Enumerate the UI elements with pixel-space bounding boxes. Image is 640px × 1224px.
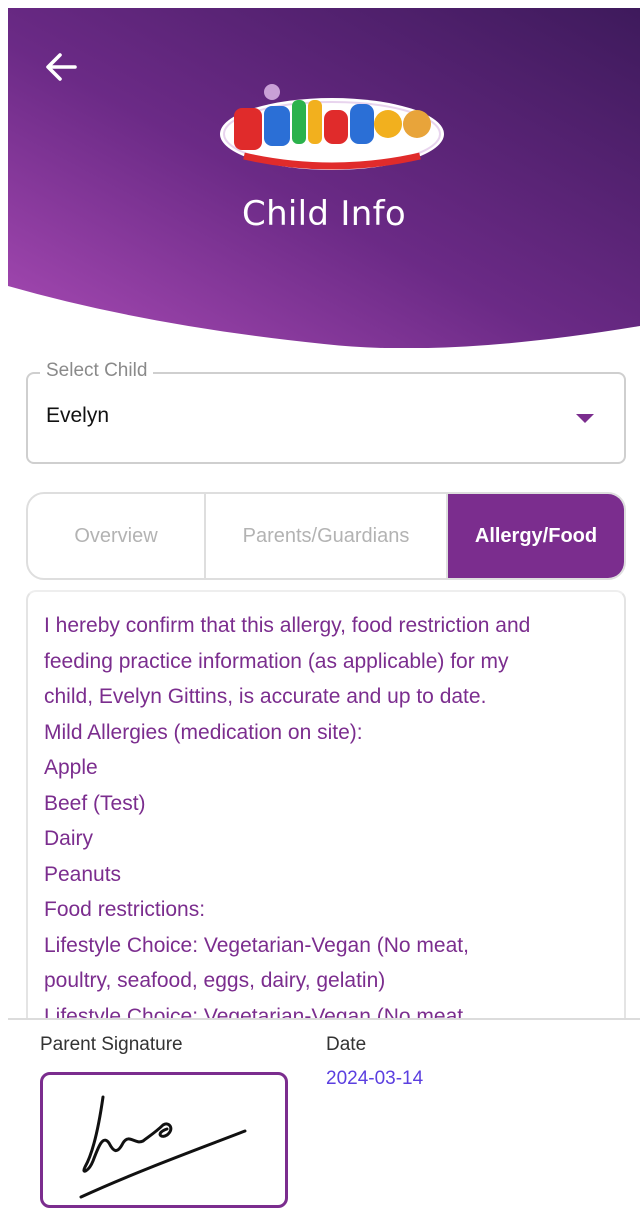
allergy-info-text: I hereby confirm that this allergy, food… [44,608,614,1030]
tab-overview[interactable]: Overview [28,494,206,578]
tab-bar: Overview Parents/Guardians Allergy/Food [26,492,626,580]
select-child-value: Evelyn [46,404,110,427]
parent-signature-label: Parent Signature [40,1034,183,1055]
date-value: 2024-03-14 [326,1068,424,1089]
select-child-label: Select Child [40,360,154,382]
info-line: Peanuts [44,862,122,886]
arrow-left-icon [46,53,77,81]
select-child-dropdown[interactable]: Select Child Evelyn [26,360,626,464]
tab-allergy-food[interactable]: Allergy/Food [448,494,624,578]
date-label: Date [326,1034,367,1055]
caret-down-icon[interactable] [576,414,594,423]
info-line: Mild Allergies (medication on site): [44,720,363,744]
info-line: Apple [44,756,98,779]
allergy-info-card: I hereby confirm that this allergy, food… [26,590,626,1030]
info-line: Food restrictions: [44,898,206,921]
signature-drawing [79,1095,247,1199]
info-line: poultry, seafood, eggs, dairy, gelatin) [44,969,386,992]
lullaboo-logo [220,84,444,170]
header-banner: Child Info [8,8,640,348]
info-line: Dairy [44,827,94,850]
info-line: feeding practice information (as applica… [44,649,509,673]
signature-pad[interactable] [40,1072,288,1208]
back-button[interactable] [38,44,84,90]
info-line: Beef (Test) [44,791,146,815]
info-line: Lifestyle Choice: Vegetarian-Vegan (No m… [44,933,469,957]
info-line: I hereby confirm that this allergy, food… [44,614,531,637]
page-title: Child Info [242,194,406,234]
tab-parents-guardians[interactable]: Parents/Guardians [206,494,448,578]
signature-footer: Parent Signature Date 2024-03-14 [8,1018,640,1224]
info-line: child, Evelyn Gittins, is accurate and u… [44,685,487,708]
